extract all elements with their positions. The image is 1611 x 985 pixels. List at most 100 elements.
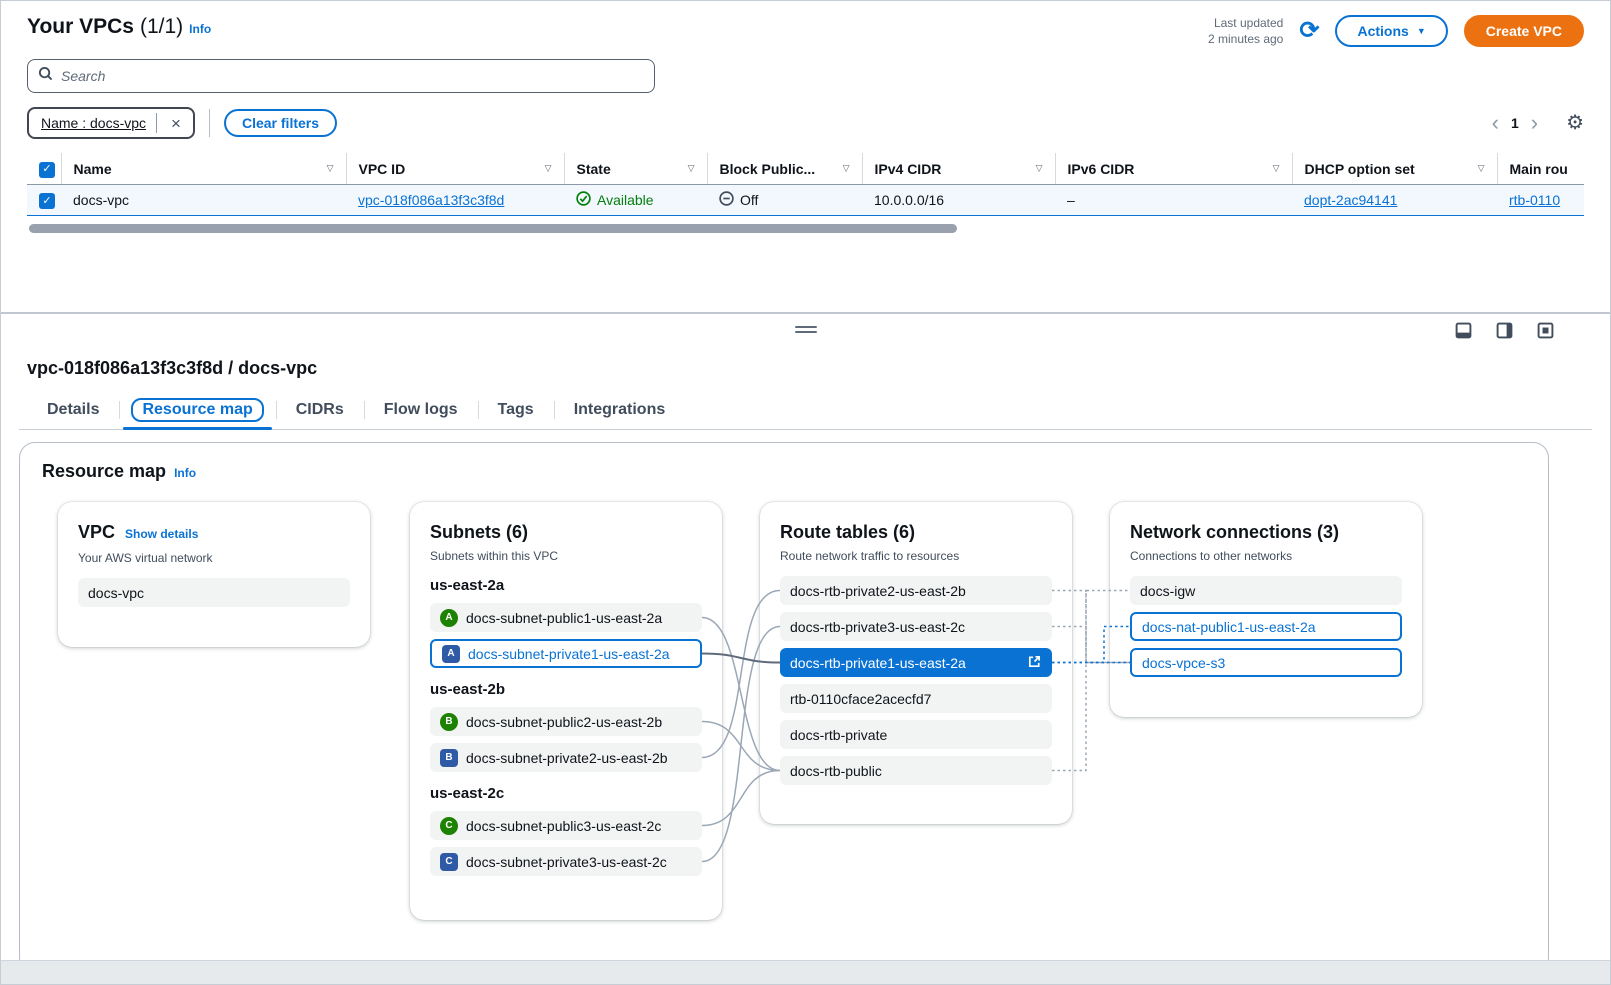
- network-connection-item-nat[interactable]: docs-nat-public1-us-east-2a: [1130, 612, 1402, 641]
- info-link[interactable]: Info: [189, 22, 211, 36]
- pagination: ‹ 1 › ⚙: [1492, 112, 1584, 134]
- tab-tags[interactable]: Tags: [478, 391, 554, 429]
- search-input[interactable]: [61, 68, 644, 84]
- column-header-ipv6-cidr[interactable]: IPv6 CIDR▽: [1055, 153, 1292, 184]
- header-checkbox-cell: ✓: [27, 153, 61, 184]
- filter-icon[interactable]: ▽: [1478, 163, 1485, 174]
- external-link-icon[interactable]: [1027, 654, 1042, 672]
- vpc-column-title: VPC Show details: [78, 520, 350, 546]
- previous-page-button[interactable]: ‹: [1492, 112, 1499, 134]
- column-header-block-public[interactable]: Block Public...▽: [707, 153, 862, 184]
- token-divider: [156, 113, 157, 133]
- cell-ipv6-cidr: –: [1055, 184, 1292, 215]
- chevron-left-icon: ‹: [1492, 110, 1499, 135]
- filter-tokens: Name : docs-vpc × Clear filters: [27, 107, 337, 139]
- remove-filter-button[interactable]: ×: [167, 115, 185, 132]
- vpc-console-window: Your VPCs (1/1) Info Last updated 2 minu…: [0, 0, 1611, 985]
- column-header-vpc-id[interactable]: VPC ID▽: [346, 153, 564, 184]
- network-connections-column-title: Network connections (3): [1130, 520, 1402, 544]
- network-connection-item-igw[interactable]: docs-igw: [1130, 576, 1402, 605]
- route-tables-column: Route tables (6) Route network traffic t…: [760, 502, 1072, 824]
- filter-token-label[interactable]: Name : docs-vpc: [41, 115, 146, 131]
- filter-row: Name : docs-vpc × Clear filters ‹ 1 ›: [27, 107, 1584, 139]
- vpc-item[interactable]: docs-vpc: [78, 578, 350, 607]
- split-panel-drag-handle[interactable]: [795, 323, 817, 336]
- tab-integrations[interactable]: Integrations: [554, 391, 686, 429]
- column-header-ipv4-cidr[interactable]: IPv4 CIDR▽: [862, 153, 1055, 184]
- clear-filters-label: Clear filters: [242, 115, 319, 131]
- subnet-item-public3[interactable]: C docs-subnet-public3-us-east-2c: [430, 811, 702, 840]
- private-subnet-badge: A: [442, 645, 460, 663]
- resource-map-info-link[interactable]: Info: [174, 466, 196, 480]
- subnet-label: docs-subnet-private1-us-east-2a: [468, 646, 670, 662]
- clear-filters-button[interactable]: Clear filters: [224, 109, 337, 137]
- filter-icon[interactable]: ▽: [843, 163, 850, 174]
- az-group-us-east-2a: us-east-2a A docs-subnet-public1-us-east…: [430, 576, 702, 668]
- public-subnet-badge: C: [440, 817, 458, 835]
- filter-token: Name : docs-vpc ×: [27, 107, 195, 139]
- network-connections-column: Network connections (3) Connections to o…: [1110, 502, 1422, 717]
- route-table-item[interactable]: docs-rtb-public: [780, 756, 1052, 785]
- panel-bottom-layout-icon[interactable]: [1455, 322, 1472, 339]
- subnet-item-private2[interactable]: B docs-subnet-private2-us-east-2b: [430, 743, 702, 772]
- route-table-item[interactable]: docs-rtb-private3-us-east-2c: [780, 612, 1052, 641]
- tab-cidrs[interactable]: CIDRs: [276, 391, 364, 429]
- filter-icon[interactable]: ▽: [688, 163, 695, 174]
- panel-side-layout-icon[interactable]: [1496, 322, 1513, 339]
- az-group-us-east-2c: us-east-2c C docs-subnet-public3-us-east…: [430, 784, 702, 876]
- header-actions: Last updated 2 minutes ago ⟳ Actions ▼ C…: [1208, 15, 1584, 47]
- create-vpc-button[interactable]: Create VPC: [1464, 15, 1584, 47]
- subnet-label: docs-subnet-public2-us-east-2b: [466, 714, 662, 730]
- select-all-checkbox[interactable]: ✓: [39, 162, 55, 178]
- route-table-item[interactable]: docs-rtb-private2-us-east-2b: [780, 576, 1052, 605]
- table-row[interactable]: ✓ docs-vpc vpc-018f086a13f3c3f8d Availab…: [27, 184, 1584, 215]
- next-page-button[interactable]: ›: [1531, 112, 1538, 134]
- route-table-item-selected[interactable]: docs-rtb-private1-us-east-2a: [780, 648, 1052, 677]
- dhcp-option-set-link[interactable]: dopt-2ac94141: [1304, 192, 1397, 208]
- resource-map-body: VPC Show details Your AWS virtual networ…: [20, 482, 1548, 962]
- horizontal-scrollbar-thumb[interactable]: [29, 224, 957, 233]
- route-table-item[interactable]: rtb-0110cface2acecfd7: [780, 684, 1052, 713]
- tab-flow-logs[interactable]: Flow logs: [364, 391, 478, 429]
- page-title-text: Your VPCs: [27, 15, 134, 39]
- show-details-link[interactable]: Show details: [125, 522, 198, 546]
- tab-details[interactable]: Details: [27, 391, 119, 429]
- refresh-button[interactable]: ⟳: [1299, 19, 1319, 43]
- filter-icon[interactable]: ▽: [1273, 163, 1280, 174]
- filter-icon[interactable]: ▽: [545, 163, 552, 174]
- subnet-item-private3[interactable]: C docs-subnet-private3-us-east-2c: [430, 847, 702, 876]
- subnet-item-public2[interactable]: B docs-subnet-public2-us-east-2b: [430, 707, 702, 736]
- row-checkbox[interactable]: ✓: [39, 193, 55, 209]
- private-subnet-badge: B: [440, 749, 458, 767]
- az-header: us-east-2b: [430, 680, 702, 700]
- subnet-item-public1[interactable]: A docs-subnet-public1-us-east-2a: [430, 603, 702, 632]
- subnet-item-private1[interactable]: A docs-subnet-private1-us-east-2a: [430, 639, 702, 668]
- subnet-label: docs-subnet-private3-us-east-2c: [466, 854, 667, 870]
- column-header-main-route-table[interactable]: Main rou: [1497, 153, 1584, 184]
- detail-tabs: Details Resource map CIDRs Flow logs Tag…: [19, 391, 1592, 430]
- route-table-label: docs-rtb-private1-us-east-2a: [790, 655, 966, 671]
- column-header-dhcp-option-set[interactable]: DHCP option set▽: [1292, 153, 1497, 184]
- filter-icon[interactable]: ▽: [1036, 163, 1043, 174]
- current-page[interactable]: 1: [1511, 115, 1519, 131]
- table-settings-button[interactable]: ⚙: [1566, 113, 1584, 133]
- panel-maximize-icon[interactable]: [1537, 322, 1554, 339]
- tab-resource-map[interactable]: Resource map: [119, 391, 275, 429]
- route-table-item[interactable]: docs-rtb-private: [780, 720, 1052, 749]
- vpc-detail-pane: vpc-018f086a13f3c3f8d / docs-vpc Details…: [1, 346, 1610, 974]
- vpc-id-link[interactable]: vpc-018f086a13f3c3f8d: [358, 192, 504, 208]
- network-connection-item-vpce[interactable]: docs-vpce-s3: [1130, 648, 1402, 677]
- split-panel-divider: [1, 312, 1610, 346]
- vpc-column: VPC Show details Your AWS virtual networ…: [58, 502, 370, 647]
- main-route-table-link[interactable]: rtb-0110: [1509, 192, 1560, 208]
- column-header-state[interactable]: State▽: [564, 153, 707, 184]
- network-connections-column-subtitle: Connections to other networks: [1130, 548, 1402, 564]
- column-header-name[interactable]: Name▽: [61, 153, 346, 184]
- gear-icon: ⚙: [1566, 112, 1584, 134]
- create-vpc-button-label: Create VPC: [1486, 23, 1562, 39]
- subnet-label: docs-subnet-private2-us-east-2b: [466, 750, 668, 766]
- subnet-label: docs-subnet-public1-us-east-2a: [466, 610, 662, 626]
- route-tables-column-title: Route tables (6): [780, 520, 1052, 544]
- actions-button[interactable]: Actions ▼: [1335, 15, 1447, 47]
- filter-icon[interactable]: ▽: [327, 163, 334, 174]
